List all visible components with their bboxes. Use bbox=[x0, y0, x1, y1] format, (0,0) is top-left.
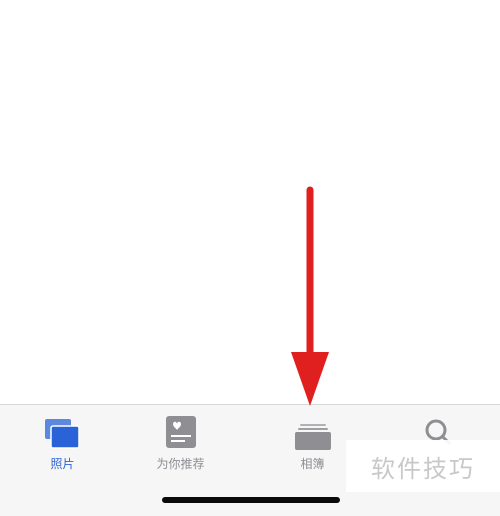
tab-for-you-label: 为你推荐 bbox=[156, 457, 205, 471]
for-you-card-icon bbox=[159, 415, 203, 451]
photos-stack-icon bbox=[41, 415, 85, 451]
photo-content-area bbox=[0, 0, 500, 404]
tab-photos-label: 照片 bbox=[50, 457, 75, 471]
albums-folder-icon bbox=[291, 415, 335, 451]
tab-photos[interactable]: 照片 bbox=[0, 405, 125, 485]
watermark: 软件技巧 bbox=[346, 440, 500, 492]
home-indicator[interactable] bbox=[162, 497, 340, 503]
tab-for-you[interactable]: 为你推荐 bbox=[118, 405, 243, 485]
